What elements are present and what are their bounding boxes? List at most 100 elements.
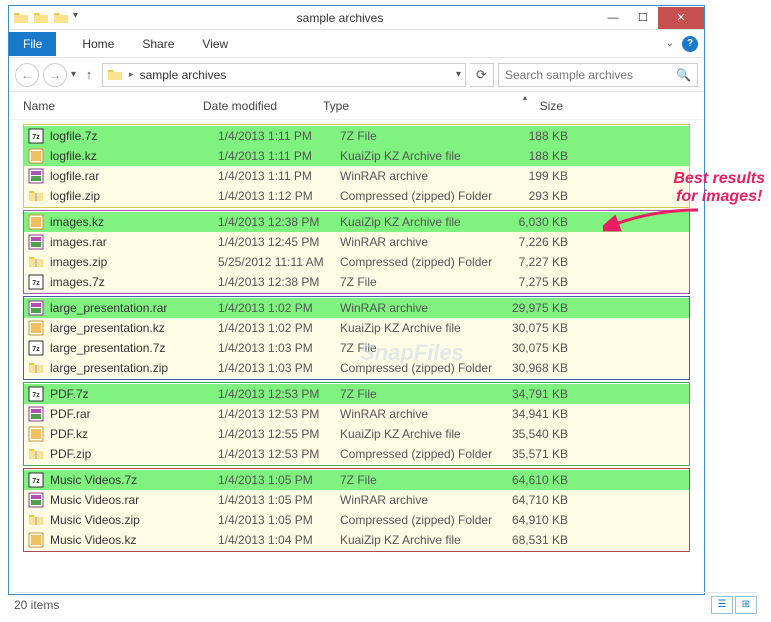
- address-field[interactable]: ▸ sample archives ▾: [102, 63, 466, 87]
- search-input[interactable]: [505, 68, 676, 82]
- item-count: 20 items: [14, 598, 59, 612]
- file-size: 7,226 KB: [498, 235, 568, 249]
- refresh-button[interactable]: ⟳: [470, 63, 494, 87]
- file-row[interactable]: Music Videos.zip1/4/2013 1:05 PMCompress…: [24, 510, 689, 530]
- file-size: 188 KB: [498, 129, 568, 143]
- ribbon-expand-icon[interactable]: ⌄: [666, 38, 674, 49]
- file-row[interactable]: logfile.rar1/4/2013 1:11 PMWinRAR archiv…: [24, 166, 689, 186]
- file-row[interactable]: images.7z1/4/2013 12:38 PM7Z File7,275 K…: [24, 272, 689, 292]
- file-group: Music Videos.7z 1/4/2013 1:05 PM 7Z File64…: [23, 468, 690, 552]
- status-bar: 20 items ☰ ⊞: [14, 592, 757, 616]
- file-row[interactable]: Music Videos.7z1/4/2013 1:05 PM7Z File64…: [24, 470, 689, 490]
- file-type: KuaiZip KZ Archive file: [338, 321, 498, 335]
- maximize-button[interactable]: ☐: [628, 7, 658, 29]
- col-type[interactable]: Type: [323, 99, 483, 113]
- back-button[interactable]: ←: [15, 63, 39, 87]
- file-row[interactable]: PDF.rar1/4/2013 12:53 PMWinRAR archive34…: [24, 404, 689, 424]
- file-row[interactable]: logfile.7z1/4/2013 1:11 PM7Z File188 KB: [24, 126, 689, 146]
- file-date: 1/4/2013 1:02 PM: [218, 301, 338, 315]
- folder-icon: [13, 10, 29, 26]
- qat-dropdown-icon[interactable]: ▾: [73, 10, 78, 26]
- chevron-right-icon[interactable]: ▸: [129, 69, 134, 80]
- file-type: KuaiZip KZ Archive file: [338, 533, 498, 547]
- file-row[interactable]: large_presentation.7z1/4/2013 1:03 PM7Z …: [24, 338, 689, 358]
- file-name: Music Videos.7z: [50, 473, 218, 487]
- file-size: 35,540 KB: [498, 427, 568, 441]
- tab-home[interactable]: Home: [68, 32, 128, 56]
- file-type: 7Z File: [338, 473, 498, 487]
- file-size: 64,610 KB: [498, 473, 568, 487]
- up-button[interactable]: ↑: [80, 66, 98, 84]
- file-name: images.zip: [50, 255, 218, 269]
- breadcrumb-current[interactable]: sample archives: [140, 68, 227, 82]
- file-size: 7,227 KB: [498, 255, 568, 269]
- file-row[interactable]: images.rar1/4/2013 12:45 PMWinRAR archiv…: [24, 232, 689, 252]
- file-size: 30,968 KB: [498, 361, 568, 375]
- file-row[interactable]: Music Videos.kz1/4/2013 1:04 PMKuaiZip K…: [24, 530, 689, 550]
- file-row[interactable]: large_presentation.zip1/4/2013 1:03 PMCo…: [24, 358, 689, 378]
- file-name: large_presentation.7z: [50, 341, 218, 355]
- file-row[interactable]: large_presentation.kz1/4/2013 1:02 PMKua…: [24, 318, 689, 338]
- titlebar[interactable]: ▾ sample archives — ☐ ✕: [9, 6, 704, 30]
- file-date: 1/4/2013 1:12 PM: [218, 189, 338, 203]
- col-size[interactable]: ▴Size: [483, 99, 563, 113]
- file-row[interactable]: logfile.zip1/4/2013 1:12 PMCompressed (z…: [24, 186, 689, 206]
- file-type: 7Z File: [338, 341, 498, 355]
- search-icon[interactable]: 🔍: [676, 68, 691, 82]
- file-row[interactable]: PDF.kz1/4/2013 12:55 PMKuaiZip KZ Archiv…: [24, 424, 689, 444]
- file-icon: [28, 300, 44, 316]
- file-type: KuaiZip KZ Archive file: [338, 149, 498, 163]
- icons-view-button[interactable]: ⊞: [735, 596, 757, 614]
- file-size: 34,941 KB: [498, 407, 568, 421]
- file-date: 1/4/2013 1:11 PM: [218, 149, 338, 163]
- file-type: 7Z File: [338, 275, 498, 289]
- file-row[interactable]: images.zip5/25/2012 11:11 AMCompressed (…: [24, 252, 689, 272]
- file-name: images.rar: [50, 235, 218, 249]
- file-name: logfile.kz: [50, 149, 218, 163]
- file-type: 7Z File: [338, 387, 498, 401]
- new-folder-icon[interactable]: [53, 10, 69, 26]
- file-row[interactable]: logfile.kz1/4/2013 1:11 PMKuaiZip KZ Arc…: [24, 146, 689, 166]
- file-size: 30,075 KB: [498, 321, 568, 335]
- properties-icon[interactable]: [33, 10, 49, 26]
- help-icon[interactable]: ?: [682, 36, 698, 52]
- file-type: Compressed (zipped) Folder: [338, 361, 498, 375]
- file-type: WinRAR archive: [338, 493, 498, 507]
- file-icon: [28, 340, 44, 356]
- address-dropdown-icon[interactable]: ▾: [456, 69, 461, 80]
- file-icon: [28, 512, 44, 528]
- file-icon: [28, 472, 44, 488]
- file-row[interactable]: PDF.zip1/4/2013 12:53 PMCompressed (zipp…: [24, 444, 689, 464]
- history-dropdown-icon[interactable]: ▾: [71, 69, 76, 80]
- tab-view[interactable]: View: [188, 32, 242, 56]
- close-button[interactable]: ✕: [658, 7, 704, 29]
- file-size: 293 KB: [498, 189, 568, 203]
- tab-share[interactable]: Share: [128, 32, 188, 56]
- file-date: 1/4/2013 1:05 PM: [218, 513, 338, 527]
- file-icon: [28, 214, 44, 230]
- file-date: 1/4/2013 1:04 PM: [218, 533, 338, 547]
- file-date: 1/4/2013 12:38 PM: [218, 215, 338, 229]
- col-date[interactable]: Date modified: [203, 99, 323, 113]
- file-row[interactable]: Music Videos.rar1/4/2013 1:05 PMWinRAR a…: [24, 490, 689, 510]
- file-size: 199 KB: [498, 169, 568, 183]
- forward-button[interactable]: →: [43, 63, 67, 87]
- file-row[interactable]: PDF.7z1/4/2013 12:53 PM7Z File34,791 KB: [24, 384, 689, 404]
- sort-asc-icon: ▴: [523, 93, 527, 102]
- file-date: 1/4/2013 12:38 PM: [218, 275, 338, 289]
- file-icon: [28, 406, 44, 422]
- search-field[interactable]: 🔍: [498, 63, 698, 87]
- file-size: 188 KB: [498, 149, 568, 163]
- tab-file[interactable]: File: [9, 32, 56, 56]
- file-type: KuaiZip KZ Archive file: [338, 215, 498, 229]
- col-name[interactable]: Name: [23, 99, 203, 113]
- minimize-button[interactable]: —: [598, 7, 628, 29]
- file-date: 1/4/2013 12:55 PM: [218, 427, 338, 441]
- details-view-button[interactable]: ☰: [711, 596, 733, 614]
- annotation-arrow-icon: [603, 205, 703, 235]
- window-title: sample archives: [82, 11, 598, 25]
- file-icon: [28, 492, 44, 508]
- file-row[interactable]: large_presentation.rar1/4/2013 1:02 PMWi…: [24, 298, 689, 318]
- file-icon: [28, 320, 44, 336]
- file-row[interactable]: images.kz1/4/2013 12:38 PMKuaiZip KZ Arc…: [24, 212, 689, 232]
